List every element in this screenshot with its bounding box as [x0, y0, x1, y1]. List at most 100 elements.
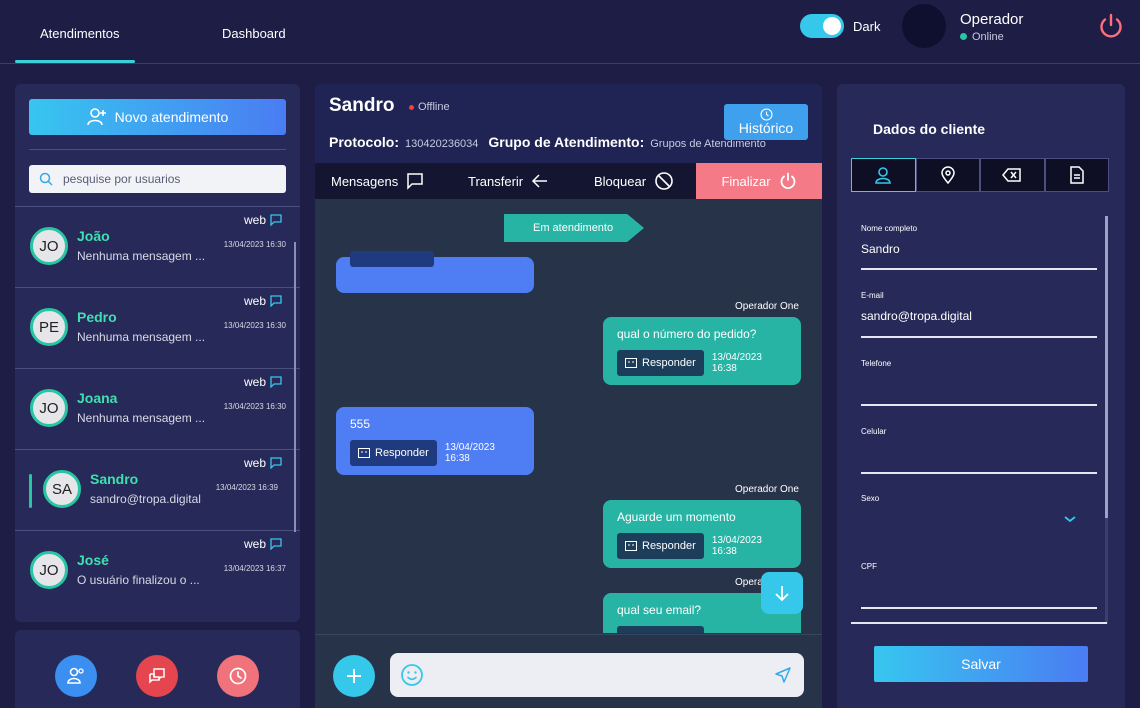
emoji-icon[interactable]: [400, 663, 424, 687]
message-input-box[interactable]: [390, 653, 804, 697]
cpf-field[interactable]: CPF: [861, 562, 1097, 609]
offline-dot: [409, 104, 414, 110]
chat-bubble-icon: [270, 457, 282, 469]
arrow-down-icon: [775, 586, 789, 602]
users-icon: [67, 667, 84, 684]
contact-name: José: [77, 552, 109, 568]
message-bubble-outgoing: qual o número do pedido? Responder 13/04…: [603, 317, 801, 385]
attach-button[interactable]: [333, 655, 375, 697]
top-bar: Atendimentos Dashboard Dark Operador Onl…: [0, 0, 1140, 64]
contact-item-pedro[interactable]: web PE Pedro Nenhuma mensagem ... 13/04/…: [15, 287, 300, 368]
online-dot: [960, 33, 967, 40]
channel-label: web: [243, 213, 266, 227]
operator-avatar[interactable]: [902, 4, 946, 48]
list-scrollbar[interactable]: [294, 242, 296, 532]
transfer-button[interactable]: Transferir: [468, 163, 549, 199]
dark-mode-toggle[interactable]: [800, 14, 844, 38]
message-input[interactable]: [434, 653, 764, 697]
contact-item-joana[interactable]: web JO Joana Nenhuma mensagem ... 13/04/…: [15, 368, 300, 449]
theme-label: Dark: [853, 19, 881, 34]
block-icon: [655, 172, 673, 190]
message-bubble-outgoing: Aguarde um momento Responder 13/04/2023 …: [603, 500, 801, 568]
channel-badge: web: [244, 456, 282, 470]
conversations-button[interactable]: [136, 655, 178, 697]
protocol-label: Protocolo:: [329, 134, 399, 150]
block-button[interactable]: Bloquear: [594, 163, 674, 199]
field-label: Sexo: [861, 494, 880, 503]
reply-button[interactable]: Responder: [617, 350, 704, 376]
active-tab-indicator: [15, 60, 135, 63]
scrollbar-thumb[interactable]: [1105, 216, 1108, 518]
contact-item-jose[interactable]: web JO José O usuário finalizou o ... 13…: [15, 530, 300, 611]
chat-contact-name: Sandro: [329, 95, 395, 116]
tab-atendimentos[interactable]: Atendimentos: [40, 26, 120, 41]
chat-bubble-icon: [270, 295, 282, 307]
contact-last-message: Nenhuma mensagem ...: [77, 330, 206, 344]
avatar: JO: [30, 551, 68, 589]
operator-status: Online: [960, 31, 1004, 43]
avatar: SA: [43, 470, 81, 508]
history-button[interactable]: Histórico: [724, 104, 808, 140]
reply-button[interactable]: Responder: [350, 440, 437, 466]
gender-select[interactable]: Sexo: [861, 494, 1097, 536]
history-button[interactable]: [217, 655, 259, 697]
contacts-button[interactable]: [55, 655, 97, 697]
channel-label: web: [243, 375, 266, 389]
quote-icon: [625, 358, 637, 368]
clock-icon: [229, 667, 247, 685]
contact-name: Pedro: [77, 309, 117, 325]
transfer-label: Transferir: [468, 173, 524, 189]
reply-label: Responder: [642, 540, 696, 552]
cellphone-field[interactable]: Celular: [861, 427, 1097, 474]
operator-status-text: Online: [972, 31, 1004, 43]
search-box[interactable]: pesquise por usuarios: [29, 165, 286, 193]
contact-item-sandro[interactable]: web SA Sandro sandro@tropa.digital 13/04…: [15, 449, 300, 530]
form-scrollbar[interactable]: [1105, 216, 1108, 624]
tab-dashboard[interactable]: Dashboard: [222, 26, 286, 41]
backspace-icon: [1002, 168, 1021, 182]
tab-clear[interactable]: [980, 158, 1045, 192]
messages-area[interactable]: Em atendimento Operador One qual o númer…: [315, 199, 822, 633]
map-pin-icon: [940, 166, 955, 184]
document-icon: [1070, 166, 1084, 184]
channel-badge: web: [244, 375, 282, 389]
message-sender: Operador One: [735, 484, 799, 495]
tab-profile[interactable]: [851, 158, 916, 192]
chat-actions-bar: Mensagens Transferir Bloquear Finalizar: [315, 163, 822, 199]
contact-name: João: [77, 228, 110, 244]
contact-date: 13/04/2023 16:30: [223, 321, 286, 330]
contact-last-message: Nenhuma mensagem ...: [77, 249, 206, 263]
quick-actions-bar: [15, 630, 300, 708]
messages-button[interactable]: Mensagens: [331, 163, 424, 199]
client-data-panel: Dados do cliente Nome completo Sandro E-…: [837, 84, 1125, 708]
field-label: Celular: [861, 427, 887, 436]
scroll-down-button[interactable]: [761, 572, 803, 614]
tab-notes[interactable]: [1044, 158, 1109, 192]
tab-address[interactable]: [915, 158, 980, 192]
new-attendance-button[interactable]: Novo atendimento: [29, 99, 286, 135]
full-name-field[interactable]: Nome completo Sandro: [861, 224, 1097, 270]
reply-button[interactable]: Responder: [617, 626, 704, 633]
message-time: 13/04/2023 16:38: [711, 535, 762, 557]
protocol-line: Protocolo: 130420236034 Grupo de Atendimen…: [329, 134, 776, 150]
save-button[interactable]: Salvar: [874, 646, 1088, 682]
contact-last-message: sandro@tropa.digital: [90, 492, 201, 506]
chevron-down-icon[interactable]: [1063, 514, 1077, 524]
email-field[interactable]: E-mail sandro@tropa.digital: [861, 291, 1097, 338]
message-bubble-incoming: 555 Responder 13/04/2023 16:38: [336, 407, 534, 475]
channel-label: web: [243, 537, 266, 551]
operator-name: Operador: [960, 11, 1024, 28]
finish-button[interactable]: Finalizar: [696, 163, 822, 199]
contact-item-joao[interactable]: web JO João Nenhuma mensagem ... 13/04/2…: [15, 206, 300, 287]
logout-power-icon[interactable]: [1097, 12, 1125, 40]
history-label: Histórico: [738, 120, 794, 136]
contact-name: Sandro: [90, 471, 139, 487]
field-label: CPF: [861, 562, 877, 571]
protocol-value: 130420236034: [405, 138, 479, 150]
search-input[interactable]: pesquise por usuarios: [63, 172, 180, 186]
phone-field[interactable]: Telefone: [861, 359, 1097, 406]
reply-button-partial[interactable]: [350, 251, 434, 267]
user-icon: [875, 167, 892, 184]
reply-button[interactable]: Responder: [617, 533, 704, 559]
send-icon[interactable]: [774, 666, 792, 684]
